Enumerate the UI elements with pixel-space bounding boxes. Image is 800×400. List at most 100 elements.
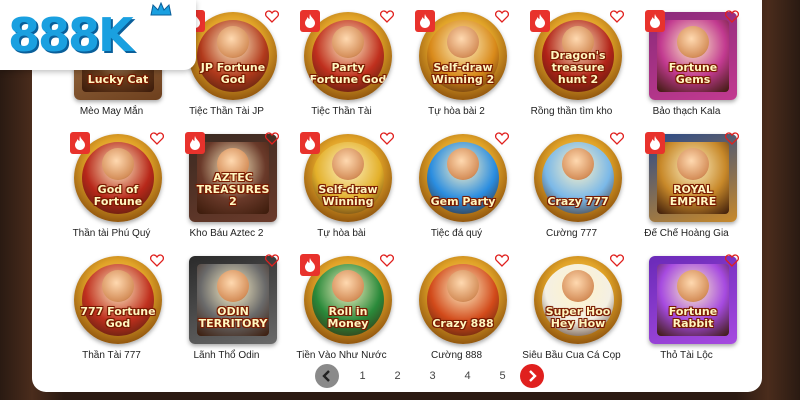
game-tile[interactable]: Self-draw Winning Tự hòa bài [284, 122, 399, 244]
game-thumbnail[interactable]: ODIN TERRITORY [189, 256, 277, 344]
game-logo-text: Fortune Gems [668, 61, 718, 86]
flame-icon [535, 14, 545, 28]
game-tile[interactable]: ODIN TERRITORY Lãnh Thổ Odin [169, 244, 284, 366]
game-tile[interactable]: 777 Fortune God Thần Tài 777 [54, 244, 169, 366]
game-title[interactable]: Rồng thần tìm kho [514, 106, 629, 117]
game-logo-text: ROYAL EMPIRE [669, 183, 717, 208]
game-title[interactable]: Cường 888 [399, 350, 514, 361]
favorite-heart-icon[interactable] [609, 254, 626, 270]
favorite-heart-icon[interactable] [494, 254, 511, 270]
game-logo-text: Lucky Cat [87, 73, 149, 86]
game-thumbnail[interactable]: 777 Fortune God [74, 256, 162, 344]
game-title[interactable]: Tiệc đá quý [399, 228, 514, 239]
game-thumbnail[interactable]: Super Hoo Hey How [534, 256, 622, 344]
game-title[interactable]: Kho Báu Aztec 2 [169, 228, 284, 239]
game-tile[interactable]: God of Fortune Thần tài Phú Quý [54, 122, 169, 244]
game-logo-text: God of Fortune [93, 183, 143, 208]
flame-icon [420, 14, 430, 28]
game-character-art [217, 26, 249, 58]
favorite-heart-icon[interactable] [264, 10, 281, 26]
pagination: 1 2 3 4 5 [315, 363, 544, 389]
brand-logo[interactable]: 888K [0, 0, 196, 70]
game-thumbnail[interactable]: Crazy 777 [534, 134, 622, 222]
page-2-link[interactable]: 2 [380, 370, 415, 382]
game-character-art [677, 26, 709, 58]
game-tile[interactable]: Self-draw Winning 2 Tự hòa bài 2 [399, 0, 514, 122]
game-title[interactable]: Tiệc Thần Tài [284, 106, 399, 117]
favorite-heart-icon[interactable] [724, 10, 741, 26]
flame-icon [650, 136, 660, 150]
game-logo-text: JP Fortune God [200, 61, 266, 86]
game-logo-text: Dragon's treasure hunt 2 [550, 49, 606, 86]
game-thumbnail[interactable]: Crazy 888 [419, 256, 507, 344]
game-logo-text: Roll in Money [327, 305, 369, 330]
game-logo-text: 777 Fortune God [80, 305, 156, 330]
game-tile[interactable]: Fortune Gems Bảo thạch Kala [629, 0, 744, 122]
game-title[interactable]: Tự hòa bài [284, 228, 399, 239]
game-logo-text: Self-draw Winning [318, 183, 378, 208]
game-thumbnail[interactable]: Fortune Rabbit [649, 256, 737, 344]
game-title[interactable]: Cường 777 [514, 228, 629, 239]
game-logo-text: Fortune Rabbit [668, 305, 718, 330]
game-thumbnail[interactable]: Gem Party [419, 134, 507, 222]
game-logo-text: Super Hoo Hey How [545, 305, 611, 330]
game-character-art [677, 148, 709, 180]
flame-icon [305, 136, 315, 150]
game-tile[interactable]: Super Hoo Hey How Siêu Bầu Cua Cá Cọp [514, 244, 629, 366]
favorite-heart-icon[interactable] [379, 10, 396, 26]
game-tile[interactable]: Crazy 777 Cường 777 [514, 122, 629, 244]
favorite-heart-icon[interactable] [609, 10, 626, 26]
next-page-button[interactable] [520, 364, 544, 388]
favorite-heart-icon[interactable] [149, 132, 166, 148]
favorite-heart-icon[interactable] [724, 132, 741, 148]
favorite-heart-icon[interactable] [494, 10, 511, 26]
game-logo-text: Party Fortune God [309, 61, 387, 86]
game-tile[interactable]: Gem Party Tiệc đá quý [399, 122, 514, 244]
game-title[interactable]: Đế Chế Hoàng Gia [629, 228, 744, 239]
game-title[interactable]: Tiệc Thần Tài JP [169, 106, 284, 117]
game-title[interactable]: Siêu Bầu Cua Cá Cọp [514, 350, 629, 361]
game-title[interactable]: Lãnh Thổ Odin [169, 350, 284, 361]
page-5-link[interactable]: 5 [485, 370, 520, 382]
favorite-heart-icon[interactable] [379, 132, 396, 148]
page-4-link[interactable]: 4 [450, 370, 485, 382]
game-character-art [447, 270, 479, 302]
game-title[interactable]: Bảo thạch Kala [629, 106, 744, 117]
flame-icon [75, 136, 85, 150]
game-title[interactable]: Thần Tài 777 [54, 350, 169, 361]
flame-icon [305, 14, 315, 28]
game-tile[interactable]: AZTEC TREASURES 2 Kho Báu Aztec 2 [169, 122, 284, 244]
page-1-link[interactable]: 1 [345, 370, 380, 382]
chevron-left-icon [322, 370, 330, 382]
game-title[interactable]: Thần tài Phú Quý [54, 228, 169, 239]
game-character-art [102, 270, 134, 302]
prev-page-button[interactable] [315, 364, 339, 388]
hot-badge [70, 132, 90, 154]
favorite-heart-icon[interactable] [379, 254, 396, 270]
brand-logo-text: 888K [8, 8, 134, 62]
favorite-heart-icon[interactable] [494, 132, 511, 148]
game-tile[interactable]: Dragon's treasure hunt 2 Rồng thần tìm kh… [514, 0, 629, 122]
game-tile[interactable]: Crazy 888 Cường 888 [399, 244, 514, 366]
game-title[interactable]: Mèo May Mắn [54, 106, 169, 117]
game-tile[interactable]: Roll in Money Tiền Vào Như Nước [284, 244, 399, 366]
hot-badge [185, 132, 205, 154]
game-title[interactable]: Tiền Vào Như Nước [284, 350, 399, 361]
game-title[interactable]: Thỏ Tài Lộc [629, 350, 744, 361]
game-character-art [332, 148, 364, 180]
game-title[interactable]: Tự hòa bài 2 [399, 106, 514, 117]
hot-badge [530, 10, 550, 32]
game-character-art [447, 148, 479, 180]
game-tile[interactable]: Fortune Rabbit Thỏ Tài Lộc [629, 244, 744, 366]
game-character-art [332, 270, 364, 302]
favorite-heart-icon[interactable] [264, 132, 281, 148]
favorite-heart-icon[interactable] [609, 132, 626, 148]
favorite-heart-icon[interactable] [724, 254, 741, 270]
game-character-art [217, 270, 249, 302]
game-tile[interactable]: ROYAL EMPIRE Đế Chế Hoàng Gia [629, 122, 744, 244]
chevron-right-icon [529, 370, 537, 382]
page-3-link[interactable]: 3 [415, 370, 450, 382]
favorite-heart-icon[interactable] [149, 254, 166, 270]
game-tile[interactable]: Party Fortune God Tiệc Thần Tài [284, 0, 399, 122]
favorite-heart-icon[interactable] [264, 254, 281, 270]
